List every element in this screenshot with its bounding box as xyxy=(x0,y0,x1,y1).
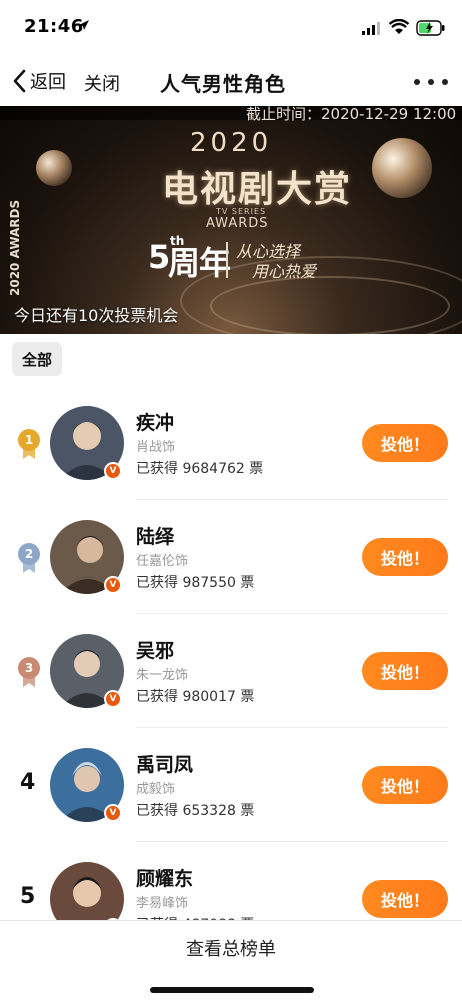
banner-divider xyxy=(226,242,228,278)
wifi-icon xyxy=(389,19,409,34)
nav-bar: 返回 关闭 人气男性角色 xyxy=(0,56,462,106)
vote-button[interactable]: 投他！ xyxy=(362,652,448,690)
bottom-bar: 查看总榜单 xyxy=(0,920,462,1000)
banner-title: 电视剧大赏 xyxy=(162,169,353,210)
banner-ripple xyxy=(210,276,450,334)
gold-medal-icon: 1 xyxy=(18,429,40,459)
page-title: 人气男性角色 xyxy=(160,72,286,96)
banner-slogan-line2: 用心热爱 xyxy=(252,262,317,281)
vote-count: 已获得 9684762 票 xyxy=(136,461,264,477)
view-full-ranking-button[interactable]: 查看总榜单 xyxy=(0,935,462,961)
character-name: 禹司凤 xyxy=(136,754,194,776)
character-name: 顾耀东 xyxy=(136,868,194,890)
silver-medal-icon: 2 xyxy=(18,543,40,573)
more-dot-icon xyxy=(414,79,420,85)
character-name: 吴邪 xyxy=(136,640,175,662)
verified-badge-icon: V xyxy=(104,462,122,480)
vote-button[interactable]: 投他！ xyxy=(362,424,448,462)
medal-number: 2 xyxy=(25,547,33,561)
banner-orb-right xyxy=(372,138,432,198)
vote-deadline: 截止时间：2020-12-29 12:00 xyxy=(246,106,457,123)
status-bar: 21:46 xyxy=(0,0,462,56)
verified-badge-icon: V xyxy=(104,804,122,822)
location-arrow-icon xyxy=(79,20,89,30)
awards-banner[interactable]: 截止时间：2020-12-29 12:00 2020 电视剧大赏 TV SERI… xyxy=(0,106,462,334)
banner-subtitle: AWARDS xyxy=(206,216,269,231)
actor-name: 李易峰饰 xyxy=(136,896,189,911)
character-name: 陆绎 xyxy=(136,526,175,548)
close-button[interactable]: 关闭 xyxy=(84,70,120,96)
back-label: 返回 xyxy=(30,72,66,93)
more-dot-icon xyxy=(428,79,434,85)
actor-name: 任嘉伦饰 xyxy=(136,554,189,569)
votes-remaining-text: 今日还有10次投票机会 xyxy=(14,306,179,325)
actor-name: 朱一龙饰 xyxy=(136,668,189,683)
list-item: 4 V 禹司凤 成毅饰 已获得 653328 票 投他！ xyxy=(0,728,462,842)
actor-name: 肖战饰 xyxy=(136,440,176,455)
list-item: 1 V 疾冲 肖战饰 已获得 9684762 票 投他！ xyxy=(0,386,462,500)
banner-year: 2020 xyxy=(190,128,273,158)
vote-count: 已获得 987550 票 xyxy=(136,575,255,591)
vote-count: 已获得 653328 票 xyxy=(136,803,255,819)
home-indicator xyxy=(150,987,314,993)
bronze-medal-icon: 3 xyxy=(18,657,40,687)
battery-charging-icon xyxy=(416,20,445,36)
list-item: 3 V 吴邪 朱一龙饰 已获得 980017 票 投他！ xyxy=(0,614,462,728)
verified-badge-icon: V xyxy=(104,576,122,594)
verified-badge-icon: V xyxy=(104,690,122,708)
medal-number: 1 xyxy=(25,433,33,447)
cellular-signal-icon xyxy=(362,22,380,35)
banner-orb-left xyxy=(36,150,72,186)
back-button[interactable]: 返回 xyxy=(12,66,66,96)
actor-name: 成毅饰 xyxy=(136,782,176,797)
vote-button[interactable]: 投他！ xyxy=(362,766,448,804)
vote-count: 已获得 980017 票 xyxy=(136,689,255,705)
chevron-left-icon xyxy=(13,69,26,93)
banner-side-text: 2020 AWARDS xyxy=(8,199,22,296)
ranking-list: 1 V 疾冲 肖战饰 已获得 9684762 票 投他！ 2 V 陆绎 任嘉伦饰… xyxy=(0,386,462,956)
rank-number: 4 xyxy=(20,770,36,795)
character-name: 疾冲 xyxy=(136,412,175,434)
filter-all-tag[interactable]: 全部 xyxy=(12,342,62,376)
anniversary-number: 5 xyxy=(148,238,170,276)
medal-number: 3 xyxy=(25,661,33,675)
status-time: 21:46 xyxy=(24,16,84,37)
rank-number: 5 xyxy=(20,884,36,909)
banner-subtitle-small: TV SERIES xyxy=(216,207,267,216)
vote-button[interactable]: 投他！ xyxy=(362,880,448,918)
vote-button[interactable]: 投他！ xyxy=(362,538,448,576)
list-item: 2 V 陆绎 任嘉伦饰 已获得 987550 票 投他！ xyxy=(0,500,462,614)
anniversary-text: 周年 xyxy=(168,244,231,282)
more-dot-icon xyxy=(442,79,448,85)
more-options-button[interactable] xyxy=(414,70,448,94)
